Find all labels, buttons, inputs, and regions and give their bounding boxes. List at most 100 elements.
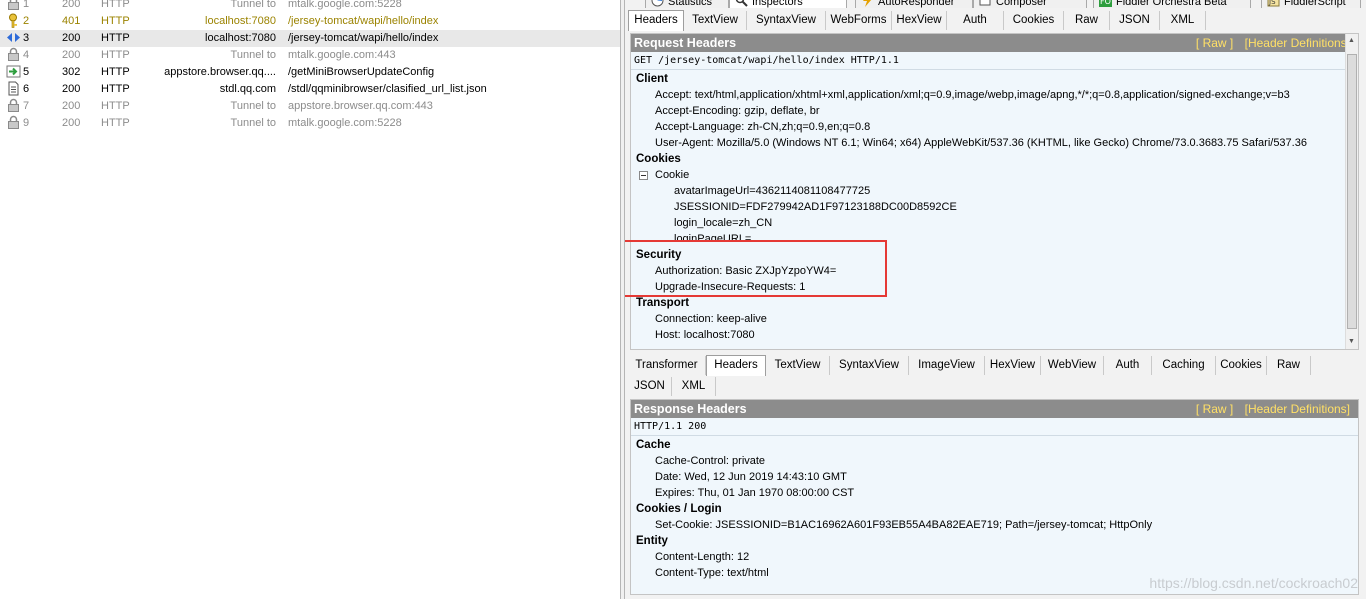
- response-tab-headers[interactable]: Headers: [706, 355, 766, 376]
- cookie-jsessionid: JSESSIONID=FDF279942AD1F97123188DC00D859…: [674, 201, 957, 213]
- session-protocol: HTTP: [101, 0, 130, 10]
- session-host: Tunnel to: [230, 100, 276, 112]
- tab-fiddler-orchestra[interactable]: FO Fiddler Orchestra Beta: [1093, 0, 1251, 8]
- session-url: /getMiniBrowserUpdateConfig: [288, 66, 435, 78]
- response-headers-title: Response Headers: [634, 402, 747, 416]
- session-url: /jersey-tomcat/wapi/hello/index: [288, 32, 439, 44]
- session-result: 200: [62, 32, 81, 44]
- response-tab-webview[interactable]: WebView: [1041, 356, 1104, 375]
- header-accept: Accept: text/html,application/xhtml+xml,…: [655, 89, 1290, 101]
- group-cookies-login: Cookies / Login: [636, 503, 722, 515]
- request-tab-auth[interactable]: Auth: [947, 11, 1004, 30]
- request-tab-webforms[interactable]: WebForms: [826, 11, 892, 30]
- scroll-thumb[interactable]: [1347, 54, 1357, 329]
- request-headers-title: Request Headers: [634, 36, 737, 50]
- session-row[interactable]: 3 200 HTTP localhost:7080/jersey-tomcat/wap…: [0, 30, 620, 47]
- response-tab-auth[interactable]: Auth: [1104, 356, 1152, 375]
- inspector-pane: Statistics Inspectors AutoResponder Comp…: [625, 0, 1366, 599]
- header-content-length: Content-Length: 12: [655, 551, 750, 563]
- session-host: appstore.browser.qq....: [164, 66, 276, 78]
- response-tab-imageview[interactable]: ImageView: [909, 356, 985, 375]
- scroll-down-icon[interactable]: ▼: [1348, 338, 1355, 346]
- session-row[interactable]: 2 401 HTTP localhost:7080/jersey-tomcat/wap…: [0, 13, 620, 30]
- request-raw-link[interactable]: [ Raw ]: [1196, 36, 1233, 50]
- group-cookies: Cookies: [636, 153, 681, 165]
- tab-composer[interactable]: Composer: [973, 0, 1087, 8]
- session-number: 1: [23, 0, 30, 10]
- request-tab-xml[interactable]: XML: [1160, 11, 1206, 30]
- header-accept-language: Accept-Language: zh-CN,zh;q=0.9,en;q=0.8: [655, 121, 871, 133]
- session-url: /stdl/qqminibrowser/clasified_url_list.j…: [288, 83, 487, 95]
- response-tab-raw[interactable]: Raw: [1267, 356, 1311, 375]
- response-tab-xml[interactable]: XML: [672, 377, 716, 396]
- request-tab-hexview[interactable]: HexView: [892, 11, 947, 30]
- collapse-cookie-icon[interactable]: [639, 171, 648, 180]
- header-accept-encoding: Accept-Encoding: gzip, deflate, br: [655, 105, 820, 117]
- request-tab-cookies[interactable]: Cookies: [1004, 11, 1064, 30]
- session-row[interactable]: 9 200 HTTP Tunnel to mtalk.google.com:5228: [0, 115, 620, 132]
- request-tab-json[interactable]: JSON: [1110, 11, 1160, 30]
- session-result: 200: [62, 0, 81, 10]
- session-host: localhost:7080: [205, 32, 276, 44]
- session-row[interactable]: 1 200 HTTP Tunnel to mtalk.google.com:5228: [0, 0, 620, 13]
- session-host: Tunnel to: [230, 0, 276, 10]
- response-tab-syntaxview[interactable]: SyntaxView: [830, 356, 909, 375]
- session-protocol: HTTP: [101, 83, 130, 95]
- request-scrollbar[interactable]: ▲ ▼: [1345, 34, 1358, 349]
- response-headers-panel: Response Headers [ Raw ] [Header Definit…: [630, 399, 1359, 595]
- session-number: 9: [23, 117, 30, 129]
- session-row[interactable]: 4 200 HTTP Tunnel to mtalk.google.com:443: [0, 47, 620, 64]
- composer-icon: [979, 0, 992, 7]
- session-number: 7: [23, 100, 30, 112]
- group-cache: Cache: [636, 439, 671, 451]
- cookie-login-page: loginPageURL=: [674, 233, 752, 240]
- session-number: 4: [23, 49, 30, 61]
- session-protocol: HTTP: [101, 117, 130, 129]
- request-tab-textview[interactable]: TextView: [684, 11, 747, 30]
- response-raw-link[interactable]: [ Raw ]: [1196, 402, 1233, 416]
- scroll-up-icon[interactable]: ▲: [1348, 37, 1355, 45]
- header-user-agent: User-Agent: Mozilla/5.0 (Windows NT 6.1;…: [655, 137, 1307, 149]
- tab-fiddler-orchestra-label: Fiddler Orchestra Beta: [1116, 0, 1227, 8]
- response-header-definitions-link[interactable]: [Header Definitions]: [1245, 402, 1350, 416]
- session-row[interactable]: 7 200 HTTP Tunnel to appstore.browser.qq.com…: [0, 98, 620, 115]
- response-tab-hexview[interactable]: HexView: [985, 356, 1041, 375]
- session-result: 200: [62, 117, 81, 129]
- session-url: appstore.browser.qq.com:443: [288, 100, 433, 112]
- tab-inspectors[interactable]: Inspectors: [729, 0, 847, 8]
- response-tab-transformer[interactable]: Transformer: [628, 356, 706, 375]
- request-arrows-icon: [6, 30, 21, 45]
- tab-autoresponder[interactable]: AutoResponder: [855, 0, 973, 8]
- header-cache-control: Cache-Control: private: [655, 455, 766, 467]
- sessions-list[interactable]: 1 200 HTTP Tunnel to mtalk.google.com:5228 2 4…: [0, 0, 620, 599]
- request-tab-headers[interactable]: Headers: [628, 10, 684, 31]
- response-tab-json[interactable]: JSON: [628, 377, 672, 396]
- request-tab-raw[interactable]: Raw: [1064, 11, 1110, 30]
- redirect-arrow-icon: [6, 64, 21, 79]
- response-inspector-tabs: Transformer Headers TextView SyntaxView Imag…: [625, 355, 1366, 376]
- request-line: GET /jersey-tomcat/wapi/hello/index HTTP…: [634, 55, 899, 66]
- key-icon: [6, 13, 21, 28]
- response-tab-cookies[interactable]: Cookies: [1216, 356, 1267, 375]
- session-row[interactable]: 5 302 HTTP appstore.browser.qq.... /getMiniB…: [0, 64, 620, 81]
- session-result: 200: [62, 100, 81, 112]
- session-row[interactable]: 6 200 HTTP stdl.qq.com/stdl/qqminibrowser/c…: [0, 81, 620, 98]
- group-entity: Entity: [636, 535, 668, 547]
- response-tab-textview[interactable]: TextView: [766, 356, 830, 375]
- tab-statistics[interactable]: Statistics: [645, 0, 729, 8]
- status-line: HTTP/1.1 200: [634, 421, 707, 432]
- statistics-icon: [651, 0, 664, 7]
- group-transport: Transport: [636, 297, 690, 309]
- tab-fiddlerscript-label: FiddlerScript: [1284, 0, 1346, 8]
- inspectors-icon: [735, 0, 748, 7]
- request-tab-syntaxview[interactable]: SyntaxView: [747, 11, 826, 30]
- header-content-type: Content-Type: text/html: [655, 567, 769, 579]
- response-tab-caching[interactable]: Caching: [1152, 356, 1216, 375]
- header-expires: Expires: Thu, 01 Jan 1970 08:00:00 CST: [655, 487, 855, 499]
- request-header-definitions-link[interactable]: [Header Definitions]: [1245, 36, 1350, 50]
- divider: [631, 435, 1358, 436]
- tab-fiddlerscript[interactable]: JS FiddlerScript: [1261, 0, 1361, 8]
- response-inspector-tabs-row2: JSON XML: [625, 376, 1366, 396]
- session-protocol: HTTP: [101, 49, 130, 61]
- request-headers-panel: Request Headers [ Raw ] [Header Definiti…: [630, 33, 1359, 350]
